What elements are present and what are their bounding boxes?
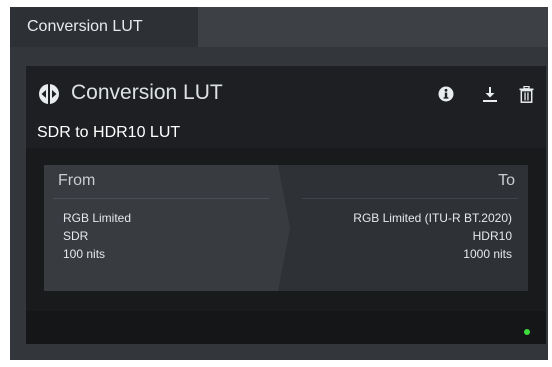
conversion-mapping: To RGB Limited (ITU-R BT.2020) HDR10 100… — [44, 165, 528, 291]
to-label: To — [498, 172, 515, 189]
to-dynamic-range: HDR10 — [472, 229, 512, 243]
tab-conversion-lut[interactable]: Conversion LUT — [10, 7, 198, 47]
from-dynamic-range: SDR — [63, 229, 89, 243]
to-color-space: RGB Limited (ITU-R BT.2020) — [353, 211, 512, 225]
to-divider — [302, 198, 518, 199]
card-header: Conversion LUT SDR to HDR10 LUT — [26, 66, 546, 148]
card-footer — [26, 311, 546, 344]
card-title: Conversion LUT — [71, 81, 223, 104]
from-color-space: RGB Limited — [63, 211, 132, 225]
from-section: From RGB Limited SDR 100 nits — [44, 165, 290, 291]
from-divider — [53, 198, 269, 199]
status-indicator — [524, 329, 530, 335]
from-luminance: 100 nits — [63, 247, 106, 261]
tab-strip: Conversion LUT — [10, 7, 548, 47]
from-label: From — [58, 172, 96, 189]
to-luminance: 1000 nits — [463, 247, 512, 261]
card-subtitle: SDR to HDR10 LUT — [37, 124, 181, 141]
conversion-lut-panel: Conversion LUT Conversion LUT SDR to HDR… — [10, 7, 548, 360]
download-icon[interactable] — [480, 84, 500, 104]
lut-logo-icon — [38, 83, 60, 105]
lut-card: Conversion LUT SDR to HDR10 LUT To RGB L… — [26, 66, 546, 344]
info-icon[interactable] — [436, 84, 456, 104]
trash-icon[interactable] — [516, 84, 536, 104]
to-section: To RGB Limited (ITU-R BT.2020) HDR10 100… — [280, 165, 528, 291]
